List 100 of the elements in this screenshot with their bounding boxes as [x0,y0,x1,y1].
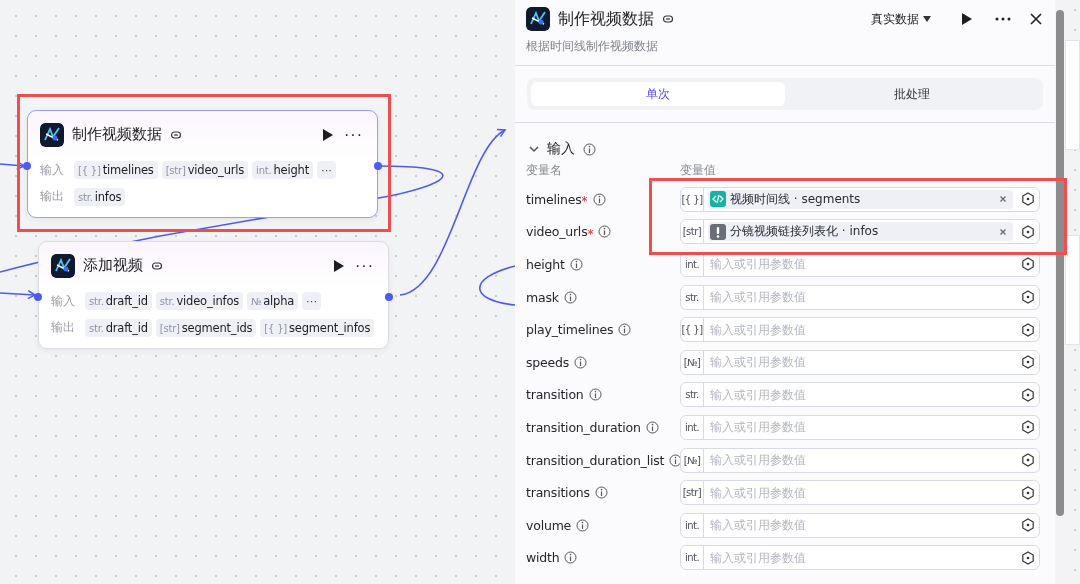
info-icon[interactable] [564,551,578,565]
text-input[interactable]: 输入或引用参数值 [704,420,1017,435]
column-header: 变量名 [526,163,563,179]
param-name: transition_duration [526,419,641,435]
section-title: 输入 [547,140,575,158]
more-icon[interactable] [995,17,1011,21]
input-field[interactable]: int. 输入或引用参数值 [680,545,1040,571]
play-icon[interactable] [322,127,334,142]
param-name: transition_duration_list [526,452,665,468]
input-field[interactable]: int. 输入或引用参数值 [680,512,1040,538]
link-icon[interactable] [170,128,182,141]
play-icon[interactable] [961,12,973,26]
required-mark: * [587,226,594,241]
variable-picker-icon[interactable] [1021,192,1035,207]
app-logo-icon [40,122,64,147]
play-icon[interactable] [333,258,345,273]
tab[interactable]: 单次 [531,82,785,106]
input-field[interactable]: [№] 输入或引用参数值 [680,447,1040,473]
type-label: int. [681,546,704,570]
more-button[interactable]: ··· [342,125,365,144]
input-field[interactable]: int. 输入或引用参数值 [680,414,1040,440]
link-icon[interactable] [151,259,163,272]
text-input[interactable]: 输入或引用参数值 [704,355,1017,370]
text-input[interactable]: 输入或引用参数值 [704,257,1017,272]
input-field[interactable]: int. 输入或引用参数值 [680,252,1040,277]
chevron-icon[interactable] [529,145,539,153]
port-chip: [{ }] segment_infos [260,318,375,337]
variable-picker-icon[interactable] [1021,550,1035,565]
input-port[interactable] [34,293,42,301]
info-icon[interactable] [598,225,612,239]
port-chip: str. infos [74,187,126,206]
variable-picker-icon[interactable] [1021,387,1035,402]
input-port[interactable] [23,162,31,170]
info-icon[interactable] [563,290,577,304]
text-input[interactable]: 输入或引用参数值 [704,518,1017,533]
input-field[interactable]: [{ }] 输入或引用参数值 [680,317,1040,343]
variable-picker-icon[interactable] [1021,518,1035,533]
info-icon[interactable] [588,388,602,402]
node-card[interactable]: 制作视频数据 ··· 输入 [{ }] timelines [str] video_urls int. height ··· 输出 str. infos [27,110,378,218]
port-chip: str. video_infos [155,292,243,311]
variable-picker-icon[interactable] [1021,485,1035,500]
variable-picker-icon[interactable] [1021,290,1035,305]
tab[interactable]: 批处理 [785,82,1039,106]
output-port[interactable] [374,162,382,170]
type-label: [str] [681,220,704,244]
type-label: [str] [681,481,704,505]
port-chip: № alpha [247,292,299,311]
variable-picker-icon[interactable] [1021,355,1035,370]
input-field[interactable]: [№] 输入或引用参数值 [680,349,1040,375]
text-input[interactable]: 输入或引用参数值 [704,322,1017,337]
link-icon[interactable] [662,13,674,25]
variable-picker-icon[interactable] [1021,453,1035,468]
info-icon[interactable] [576,518,590,532]
text-input[interactable]: 输入或引用参数值 [704,290,1017,305]
info-icon[interactable] [574,355,588,369]
variable-picker-icon[interactable] [1021,322,1035,337]
info-icon[interactable] [594,486,608,500]
info-icon[interactable] [583,142,596,156]
more-button[interactable]: ··· [302,292,322,311]
text-input[interactable]: 输入或引用参数值 [704,485,1017,500]
info-icon[interactable] [569,258,583,271]
type-label: [№] [681,350,704,374]
param-name: transitions [526,485,590,501]
variable-picker-icon[interactable] [1021,224,1035,239]
input-field[interactable]: [str] 输入或引用参数值 [680,480,1040,506]
param-name: height [526,257,565,272]
variable-picker-icon[interactable] [1021,257,1035,272]
input-field[interactable]: [str] 分镜视频链接列表化 · infos [680,219,1040,245]
param-name: play_timelines [526,322,614,338]
param-name: width [526,550,560,566]
row-label: 输入 [51,292,76,310]
more-button[interactable]: ··· [353,256,376,275]
node-title: 制作视频数据 [72,125,162,145]
data-mode-dropdown[interactable]: 真实数据 [871,10,931,28]
more-button[interactable]: ··· [316,161,336,180]
input-field[interactable]: [{ }] 视频时间线 · segments [680,186,1040,212]
variable-picker-icon[interactable] [1021,420,1035,435]
app-logo-icon [51,253,75,278]
panel-title: 制作视频数据 [558,8,654,30]
code-icon [710,191,726,208]
close-icon[interactable] [1029,12,1043,26]
info-icon[interactable] [618,323,632,337]
info-icon[interactable] [645,420,659,434]
node-card[interactable]: 添加视频 ··· 输入 str. draft_id str. video_infos № alpha ··· 输出 str. draft_id [str] segment_ids [{ }] segment_infos [38,241,389,349]
param-name: timelines [526,191,582,207]
output-port[interactable] [385,293,393,301]
text-input[interactable]: 输入或引用参数值 [704,550,1017,565]
text-input[interactable]: 输入或引用参数值 [704,387,1017,402]
input-field[interactable]: str. 输入或引用参数值 [680,382,1040,408]
text-input[interactable]: 输入或引用参数值 [704,453,1017,468]
scrollbar-thumb[interactable] [1056,10,1064,516]
type-label: str. [681,285,704,309]
param-name: mask [526,289,559,305]
reference-tag[interactable]: 分镜视频链接列表化 · infos [708,222,1013,242]
port-chip: [str] video_urls [161,161,249,180]
reference-tag[interactable]: 视频时间线 · segments [708,189,1013,209]
input-field[interactable]: str. 输入或引用参数值 [680,284,1040,310]
param-name: video_urls [526,224,588,240]
info-icon[interactable] [592,192,606,206]
param-name: speeds [526,354,570,370]
